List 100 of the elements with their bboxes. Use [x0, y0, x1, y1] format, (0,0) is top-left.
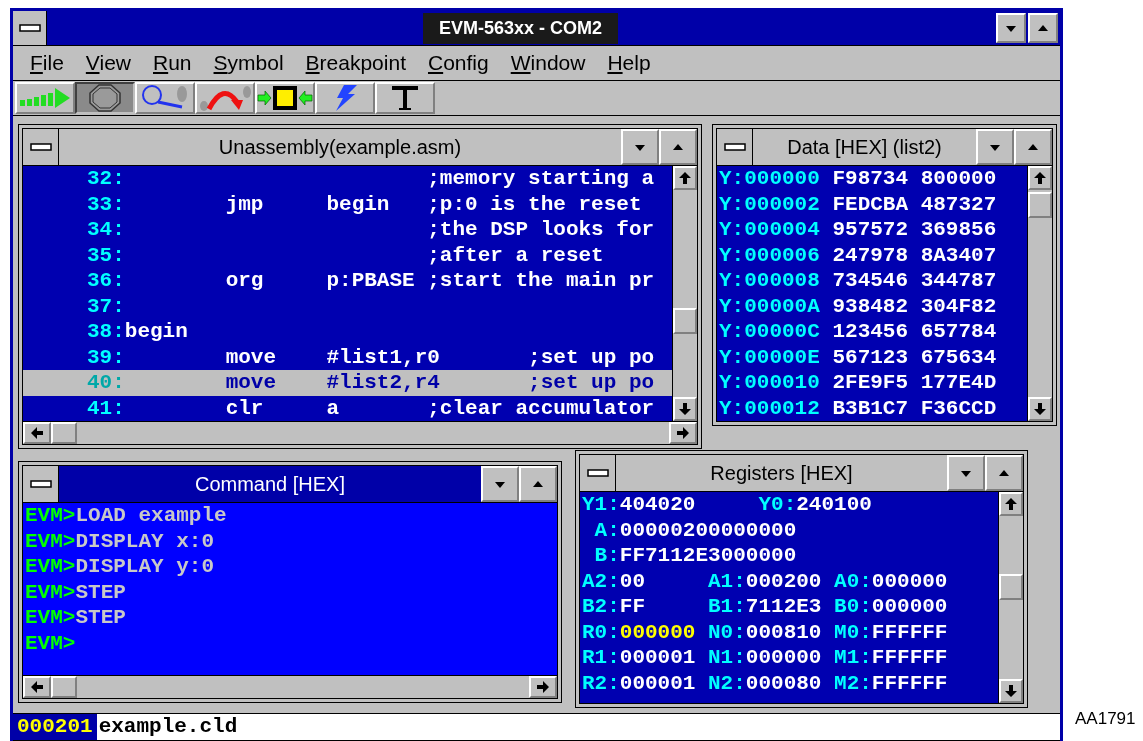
line-number: 40: — [86, 370, 125, 396]
line-number: 34: — [86, 217, 125, 243]
arrow-right-icon — [535, 679, 551, 695]
memory-value: 2FE9F5 — [832, 370, 909, 396]
register-field: R2:000001 — [582, 670, 708, 696]
scroll-thumb[interactable] — [51, 676, 77, 698]
scroll-thumb[interactable] — [51, 422, 77, 444]
arrow-up-icon — [677, 170, 693, 186]
code-line[interactable]: 39: move #list1,r0 ;set up po — [23, 344, 672, 370]
memory-value: 567123 — [832, 344, 909, 370]
memory-value: B3B1C7 — [832, 395, 909, 421]
register-field: A:00000200000000 — [582, 517, 998, 543]
maximize-button[interactable] — [1028, 13, 1058, 43]
register-field: A1:000200 — [708, 568, 835, 594]
memory-value: 304F82 — [920, 293, 997, 319]
system-menu-button[interactable] — [13, 11, 47, 45]
code-line[interactable]: 35: ;after a reset — [23, 242, 672, 268]
scroll-right-button[interactable] — [669, 422, 697, 444]
register-field: Y1:404020 — [582, 492, 759, 518]
status-filename: example.cld — [97, 714, 238, 740]
register-field: M0:FFFFFF — [834, 619, 998, 645]
line-number: 33: — [86, 191, 125, 217]
code-line[interactable]: 33: jmp begin ;p:0 is the reset — [23, 191, 672, 217]
menu-item[interactable]: Run — [142, 51, 203, 75]
menu-item[interactable]: Config — [417, 51, 500, 75]
maximize-button[interactable] — [659, 129, 697, 165]
minus-icon — [29, 143, 52, 151]
minimize-button[interactable] — [976, 129, 1014, 165]
memory-address: Y:000000 — [719, 166, 820, 192]
minimize-button[interactable] — [947, 455, 985, 491]
memory-value: 657784 — [920, 319, 997, 345]
code-line[interactable]: 34: ;the DSP looks for — [23, 217, 672, 243]
maximize-button[interactable] — [985, 455, 1023, 491]
memory-value: 123456 — [832, 319, 909, 345]
arrow-right-icon — [675, 425, 691, 441]
memory-value: FEDCBA — [832, 191, 909, 217]
command-prompt: EVM> — [25, 631, 76, 655]
menu-item[interactable]: File — [19, 51, 75, 75]
menu-item[interactable]: Window — [499, 51, 597, 75]
scroll-thumb[interactable] — [999, 574, 1023, 600]
code-line[interactable]: 41: clr a ;clear accumulator — [23, 395, 672, 421]
line-number: 41: — [86, 395, 125, 421]
scroll-up-button[interactable] — [673, 166, 697, 190]
memory-address: Y:000012 — [719, 395, 820, 421]
code-text: move #list1,r0 ;set up po — [224, 344, 655, 370]
code-text: org p:PBASE ;start the main pr — [224, 268, 655, 294]
command-prompt: EVM> — [25, 580, 76, 604]
scroll-right-button[interactable] — [529, 676, 557, 698]
register-field: N1:000000 — [708, 645, 835, 671]
app-title: EVM-563xx - COM2 — [422, 12, 619, 44]
memory-value: F98734 — [832, 166, 909, 192]
command-text: LOAD example — [75, 504, 227, 527]
command-prompt: EVM> — [25, 555, 76, 578]
menu-item[interactable]: Symbol — [202, 51, 295, 75]
scroll-up-button[interactable] — [999, 492, 1023, 516]
line-number: 35: — [86, 242, 125, 268]
arrow-left-icon — [29, 679, 45, 695]
minimize-button[interactable] — [996, 13, 1026, 43]
maximize-button[interactable] — [519, 466, 557, 502]
memory-value: 344787 — [920, 268, 997, 294]
code-line[interactable]: 38:begin — [23, 319, 672, 345]
menu-item[interactable]: Help — [596, 51, 662, 75]
code-text: clr a ;clear accumulator — [224, 395, 655, 421]
code-text: jmp begin ;p:0 is the reset — [224, 191, 642, 217]
window-title: Command [HEX] — [59, 466, 481, 502]
command-text: STEP — [75, 580, 126, 604]
menu-item[interactable]: Breakpoint — [294, 51, 417, 75]
chip-arrows-icon — [257, 84, 313, 112]
scroll-left-button[interactable] — [23, 676, 51, 698]
scroll-thumb[interactable] — [1028, 192, 1052, 218]
line-number: 39: — [86, 344, 125, 370]
memory-address: Y:00000A — [719, 293, 820, 319]
register-field: R0:000000 — [582, 619, 708, 645]
scroll-thumb[interactable] — [673, 308, 697, 334]
scroll-down-button[interactable] — [999, 679, 1023, 703]
menu-item[interactable]: View — [74, 51, 142, 75]
minimize-button[interactable] — [621, 129, 659, 165]
memory-value: 369856 — [920, 217, 997, 243]
code-line[interactable]: 37: — [23, 293, 672, 319]
code-line[interactable]: 36: org p:PBASE ;start the main pr — [23, 268, 672, 294]
memory-address: Y:000002 — [719, 191, 820, 217]
memory-address: Y:00000C — [719, 319, 820, 345]
arrow-down-icon — [1032, 401, 1048, 417]
memory-value: F36CCD — [920, 395, 997, 421]
status-address: 000201 — [13, 714, 97, 740]
memory-value: 177E4D — [920, 370, 997, 396]
register-field: Y0:240100 — [758, 492, 998, 518]
line-number: 37: — [86, 293, 125, 319]
maximize-button[interactable] — [1014, 129, 1052, 165]
scroll-down-button[interactable] — [1028, 397, 1052, 421]
minus-icon — [723, 143, 746, 151]
code-line[interactable]: 32: ;memory starting a — [23, 166, 672, 192]
scroll-up-button[interactable] — [1028, 166, 1052, 190]
command-prompt: EVM> — [25, 504, 76, 527]
minus-icon — [586, 469, 609, 477]
memory-address: Y:000004 — [719, 217, 820, 243]
minimize-button[interactable] — [481, 466, 519, 502]
scroll-left-button[interactable] — [23, 422, 51, 444]
figure-label: AA1791 — [1075, 709, 1136, 729]
scroll-down-button[interactable] — [673, 397, 697, 421]
